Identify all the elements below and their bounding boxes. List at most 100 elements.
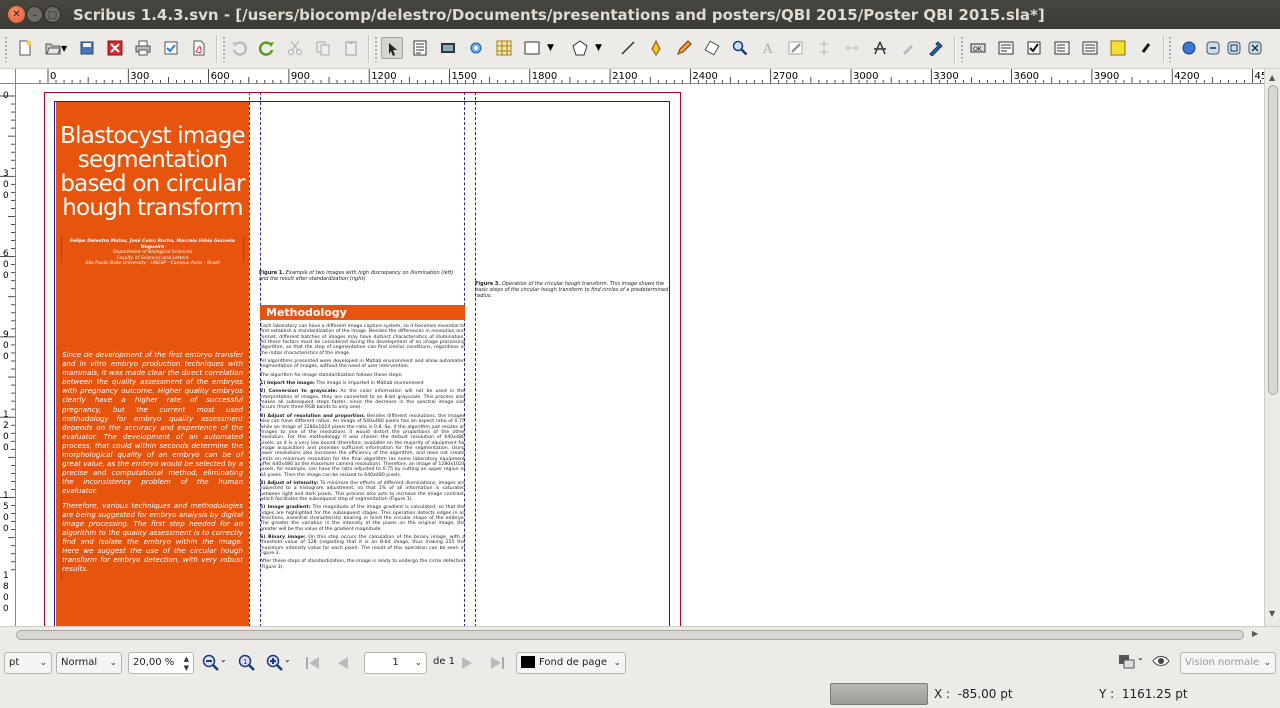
close-document-button[interactable]: [104, 37, 126, 59]
table-button[interactable]: [493, 37, 515, 59]
methodology-text-frame[interactable]: Each laboratory can have a different ima…: [260, 324, 465, 573]
window-minimize-button[interactable]: –: [26, 6, 43, 23]
ruler-label: 0: [3, 432, 9, 442]
column-guide[interactable]: [475, 92, 476, 626]
vertical-scrollbar[interactable]: ▲ ▼: [1264, 69, 1280, 626]
chevron-down-icon[interactable]: ⌄: [1137, 653, 1144, 662]
pdf-combo-box-button[interactable]: [1051, 37, 1073, 59]
scroll-up-arrow-icon[interactable]: ▲: [1269, 73, 1275, 82]
vertical-ruler[interactable]: 0300600900120015001800: [0, 84, 16, 626]
chevron-down-icon[interactable]: ⌄: [284, 655, 291, 664]
scroll-down-arrow-icon[interactable]: ▼: [1269, 609, 1275, 618]
pdf-list-box-button[interactable]: [1079, 37, 1101, 59]
horizontal-ruler[interactable]: 0 300 600 900 1200 1500 1800 2100 2400 2700 3000 33…: [16, 69, 1264, 84]
arrow-pointer-icon: [389, 43, 397, 56]
polygon-button[interactable]: ▼: [569, 37, 605, 59]
unit-select[interactable]: pt ⌄: [4, 652, 52, 674]
close-doc-window-button[interactable]: [1244, 37, 1266, 59]
sticky-note-icon: [1110, 40, 1126, 56]
bezier-curve-button[interactable]: [645, 37, 667, 59]
scroll-right-arrow-icon[interactable]: ▶: [1252, 629, 1258, 638]
methodology-heading[interactable]: Methodology: [260, 305, 465, 320]
zoom-in-icon[interactable]: [266, 654, 284, 672]
cut-button[interactable]: [284, 37, 306, 59]
methodology-step: 6) Binary image: On this step occurs the…: [260, 535, 465, 556]
toolbar-grip[interactable]: [374, 36, 379, 62]
link-annotation-button[interactable]: [1135, 37, 1157, 59]
horizontal-scrollbar[interactable]: ▶: [0, 626, 1280, 642]
preview-eye-icon[interactable]: [1152, 652, 1170, 670]
column-guide[interactable]: [249, 92, 250, 626]
link-frames-button[interactable]: [813, 37, 835, 59]
title-panel-frame[interactable]: Blastocyst image segmentation based on c…: [56, 102, 249, 626]
text-frame-button[interactable]: [409, 37, 431, 59]
intro-paragraph: Since de development of the first embryo…: [62, 350, 243, 496]
freehand-line-button[interactable]: [673, 37, 695, 59]
zoom-button[interactable]: [729, 37, 751, 59]
color-management-icon[interactable]: [1118, 652, 1136, 670]
figure-1-caption[interactable]: Figure 1. Example of two images with hig…: [259, 270, 463, 282]
select-item-button[interactable]: [381, 37, 403, 59]
chevron-down-icon[interactable]: ⌄: [220, 655, 227, 664]
export-pdf-button[interactable]: [188, 37, 210, 59]
minimize-document-button[interactable]: [1202, 37, 1224, 59]
line-button[interactable]: [617, 37, 639, 59]
print-button[interactable]: [132, 37, 154, 59]
ruler-label: 0: [3, 352, 9, 362]
document-canvas[interactable]: Blastocyst image segmentation based on c…: [16, 84, 1264, 626]
render-frame-button[interactable]: [465, 37, 487, 59]
vertical-scroll-thumb[interactable]: [1268, 85, 1278, 395]
step-text: The image is imported in Matlab environm…: [316, 381, 424, 387]
edit-contents-button[interactable]: [785, 37, 807, 59]
horizontal-scroll-thumb[interactable]: [16, 630, 1244, 640]
zoom-field[interactable]: 20,00 % ▲ ▼: [128, 652, 194, 674]
copy-button[interactable]: [312, 37, 334, 59]
unlink-frames-button[interactable]: [841, 37, 863, 59]
text-annotation-button[interactable]: [1107, 37, 1129, 59]
shape-button[interactable]: ▼: [521, 37, 557, 59]
paste-button[interactable]: [340, 37, 362, 59]
page-number-value: 1: [392, 657, 399, 668]
preview-mode-select[interactable]: Normal ⌄: [56, 652, 122, 674]
zoom-100-icon[interactable]: 1: [238, 654, 256, 672]
new-document-icon: [19, 40, 32, 56]
undo-button[interactable]: [228, 37, 250, 59]
window-close-button[interactable]: ✕: [8, 6, 25, 23]
layer-select[interactable]: Fond de page ⌄: [516, 652, 626, 674]
figure-3-caption[interactable]: Figure 3. Operation of the circular houg…: [475, 281, 675, 299]
copy-properties-button[interactable]: [897, 37, 919, 59]
eye-dropper-button[interactable]: [925, 37, 947, 59]
list-box-icon: [1082, 41, 1098, 55]
preflight-button[interactable]: [160, 37, 182, 59]
pdf-checkbox-button[interactable]: [1023, 37, 1045, 59]
save-document-button[interactable]: [76, 37, 98, 59]
first-page-icon[interactable]: [304, 654, 322, 672]
toolbar-grip[interactable]: [960, 36, 965, 62]
edit-text-button[interactable]: A: [757, 37, 779, 59]
pdf-text-field-button[interactable]: [995, 37, 1017, 59]
toolbar-grip[interactable]: [222, 36, 227, 62]
window-maximize-button[interactable]: □: [44, 6, 61, 23]
spinner-arrows-icon[interactable]: ▲ ▼: [184, 655, 189, 673]
toolbar-grip[interactable]: [1168, 36, 1173, 62]
vision-mode-select[interactable]: Vision normale ⌄: [1180, 652, 1276, 674]
help-button[interactable]: [1178, 37, 1200, 59]
globe-help-icon: [1182, 41, 1196, 55]
ruler-label: 0: [3, 260, 9, 270]
pdf-push-button-button[interactable]: OK: [967, 37, 989, 59]
new-document-button[interactable]: [14, 37, 36, 59]
measurements-button[interactable]: [869, 37, 891, 59]
page-number-select[interactable]: 1 ⌄: [364, 652, 427, 674]
restore-document-button[interactable]: [1223, 37, 1245, 59]
redo-icon: [259, 41, 274, 56]
next-page-icon[interactable]: [458, 654, 476, 672]
last-page-icon[interactable]: [488, 654, 506, 672]
image-frame-button[interactable]: [437, 37, 459, 59]
toolbar-grip[interactable]: [4, 36, 9, 62]
open-document-button[interactable]: ▼: [42, 37, 70, 59]
previous-page-icon[interactable]: [334, 654, 352, 672]
zoom-out-icon[interactable]: [202, 654, 220, 672]
ruler-label: 2400: [692, 71, 717, 82]
rotate-item-button[interactable]: [701, 37, 723, 59]
redo-button[interactable]: [256, 37, 278, 59]
